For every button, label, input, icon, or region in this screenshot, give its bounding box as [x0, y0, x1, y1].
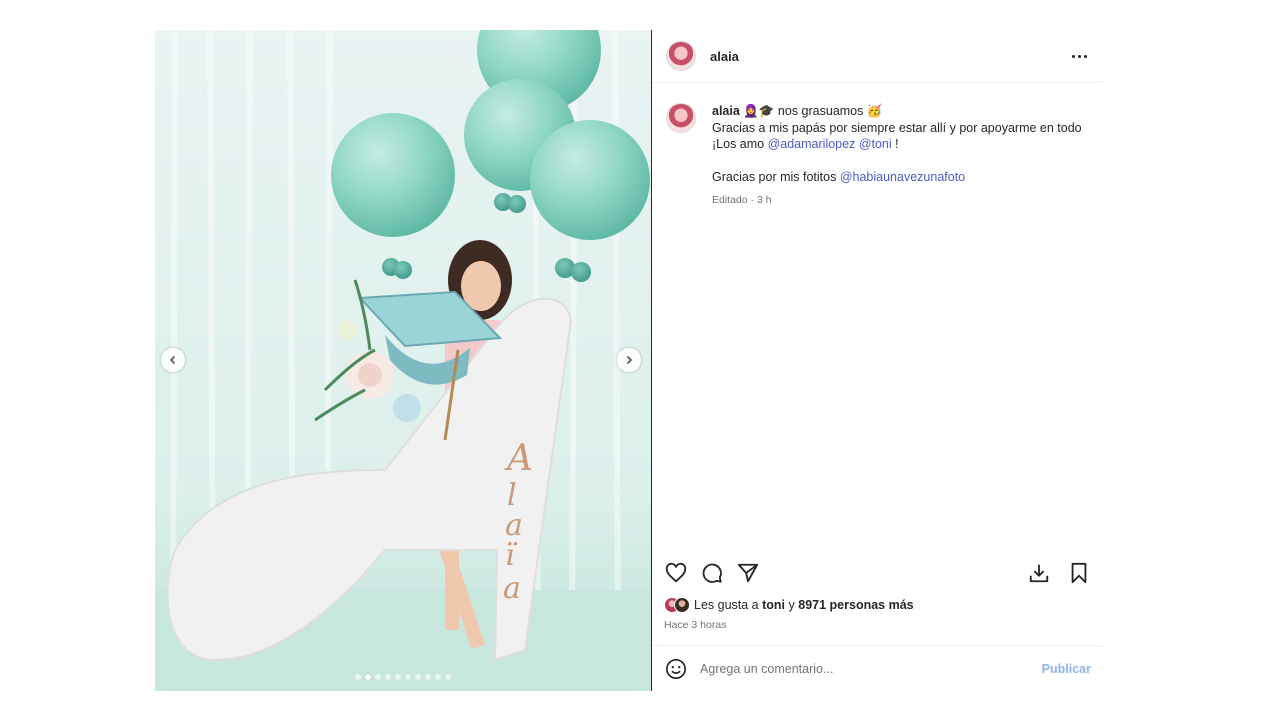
likes-prefix: Les gusta a: [694, 598, 759, 612]
carousel-dot: [365, 674, 371, 680]
carousel-dot: [385, 674, 391, 680]
author-avatar[interactable]: [666, 41, 696, 71]
likes-joiner: y: [788, 598, 795, 612]
comment-button[interactable]: [700, 561, 724, 585]
carousel-indicator: [155, 674, 651, 680]
carousel-dot: [415, 674, 421, 680]
post-photo: A l a ï a: [155, 30, 651, 691]
share-button[interactable]: [736, 561, 760, 585]
caption-photo-thanks: Gracias por mis fotitos: [712, 170, 837, 184]
svg-text:a: a: [503, 571, 521, 606]
post-sidebar: alaia alaia 🧕🎓 nos grasuamos 🥳 Gracias a…: [651, 30, 1103, 691]
carousel-dot: [425, 674, 431, 680]
likes-others[interactable]: 8971 personas más: [798, 598, 913, 612]
post-media[interactable]: A l a ï a: [155, 30, 651, 691]
comment-bar: Publicar: [652, 645, 1103, 691]
previous-photo-button[interactable]: [161, 348, 185, 372]
caption-emojis: 🧕🎓: [743, 104, 775, 118]
carousel-dot: [405, 674, 411, 680]
heart-icon: [665, 562, 687, 583]
mention-toni[interactable]: @toni: [859, 137, 892, 151]
download-icon: [1029, 564, 1049, 583]
post-time: Hace 3 horas: [664, 619, 727, 631]
more-dots-icon: [1072, 54, 1075, 58]
more-options-button[interactable]: [1070, 49, 1089, 64]
caption-party-emoji: 🥳: [866, 104, 883, 118]
caption-exclamation: !: [895, 137, 899, 151]
save-button[interactable]: [1067, 561, 1091, 585]
caption-title: nos grasuamos: [777, 104, 864, 118]
carousel-dot: [355, 674, 361, 680]
caption-love-text: ¡Los amo: [712, 137, 765, 151]
post-actions: [652, 555, 1103, 591]
caption-line-thanks: Gracias a mis papás por siempre estar al…: [712, 120, 1082, 135]
carousel-dot: [375, 674, 381, 680]
likes-user[interactable]: toni: [762, 598, 785, 612]
liker-avatar: [674, 597, 690, 613]
publish-comment-button[interactable]: Publicar: [1042, 662, 1091, 676]
mention-photographer[interactable]: @habiaunavezunafoto: [840, 170, 965, 184]
comment-bubble-icon: [702, 563, 722, 583]
caption-username[interactable]: alaia: [712, 104, 740, 118]
author-username[interactable]: alaia: [710, 49, 739, 64]
paper-plane-icon: [737, 563, 759, 583]
chevron-right-icon: [626, 355, 633, 365]
comment-input[interactable]: [700, 661, 1042, 676]
edited-timestamp: Editado · 3 h: [712, 193, 772, 206]
carousel-dot: [395, 674, 401, 680]
chevron-left-icon: [169, 355, 176, 365]
post-dialog: A l a ï a alaia alaia 🧕🎓 nos grasuamos 🥳…: [155, 30, 1103, 691]
bookmark-icon: [1071, 562, 1087, 584]
caption-avatar[interactable]: [666, 103, 696, 133]
letter-text-A: A: [504, 438, 533, 479]
emoji-picker-button[interactable]: [664, 657, 688, 681]
post-header: alaia: [652, 30, 1103, 83]
like-button[interactable]: [664, 561, 688, 585]
download-button[interactable]: [1027, 561, 1051, 585]
next-photo-button[interactable]: [617, 348, 641, 372]
post-caption: alaia 🧕🎓 nos grasuamos 🥳 Gracias a mis p…: [652, 83, 1103, 208]
carousel-dot: [445, 674, 451, 680]
smiley-icon: [666, 658, 686, 679]
likes-summary[interactable]: Les gusta a toni y 8971 personas más: [652, 591, 1103, 613]
mention-adamarilopez[interactable]: @adamarilopez: [768, 137, 856, 151]
carousel-dot: [435, 674, 441, 680]
